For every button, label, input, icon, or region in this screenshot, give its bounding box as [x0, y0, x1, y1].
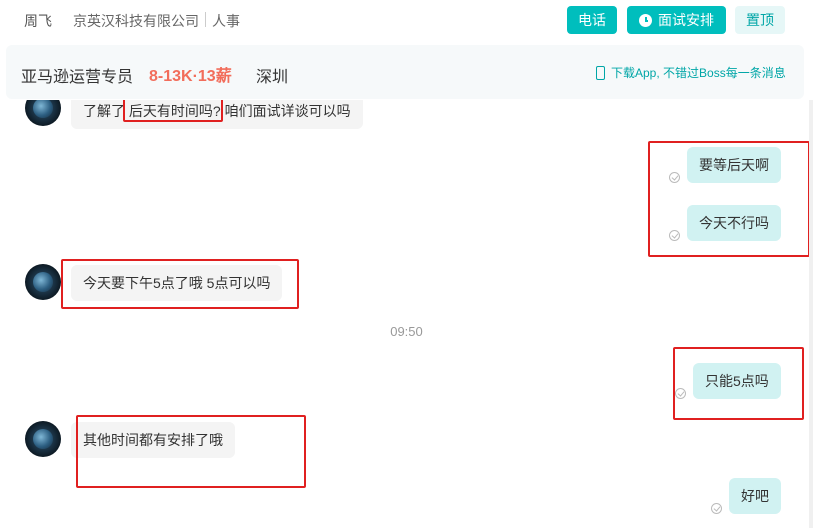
contact-role: 人事: [212, 13, 240, 29]
job-title: 亚马逊运营专员: [21, 69, 134, 86]
interview-schedule-button[interactable]: 面试安排: [627, 6, 726, 34]
contact-avatar[interactable]: [25, 421, 61, 457]
divider: [205, 12, 206, 27]
annotation-box: [673, 347, 804, 420]
contact-name: 周飞: [24, 13, 52, 29]
download-app-label: 下载App, 不错过Boss每一条消息: [611, 66, 786, 80]
call-button[interactable]: 电话: [567, 6, 617, 34]
company-name: 京英汉科技有限公司: [73, 13, 199, 29]
chat-messages[interactable]: 了解了 后天有时间吗? 咱们面试详谈可以吗 要等后天啊 今天不行吗 今天要下午5…: [0, 100, 813, 528]
chat-header: 周飞 京英汉科技有限公司 人事 电话 面试安排 置顶: [0, 0, 813, 40]
message-bubble: 好吧: [729, 478, 781, 514]
download-app-link[interactable]: 下载App, 不错过Boss每一条消息: [596, 64, 786, 81]
annotation-box: [648, 141, 810, 257]
interview-button-label: 面试安排: [658, 12, 714, 28]
pin-button[interactable]: 置顶: [735, 6, 785, 34]
chat-scrollbar[interactable]: [809, 100, 813, 528]
annotation-box: [123, 100, 223, 122]
message-timestamp: 09:50: [390, 324, 423, 339]
annotation-box: [61, 259, 299, 309]
call-button-label: 电话: [578, 12, 606, 28]
clock-icon: [639, 14, 652, 27]
job-city: 深圳: [256, 69, 289, 86]
job-info-bar[interactable]: 亚马逊运营专员 8-13K·13薪 深圳 下载App, 不错过Boss每一条消息: [6, 45, 804, 99]
contact-avatar[interactable]: [25, 264, 61, 300]
job-salary: 8-13K·13薪: [149, 68, 232, 85]
annotation-box: [76, 415, 306, 488]
pin-button-label: 置顶: [746, 12, 774, 28]
contact-avatar[interactable]: [25, 100, 61, 126]
read-status-icon: [711, 503, 722, 514]
phone-icon: [596, 66, 605, 80]
